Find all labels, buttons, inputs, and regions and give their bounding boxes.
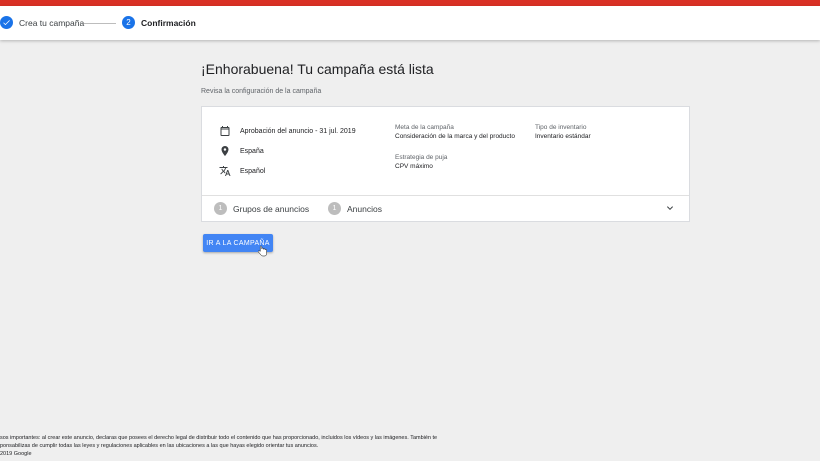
ad-groups-label: Grupos de anuncios — [233, 203, 310, 214]
calendar-icon — [220, 126, 230, 136]
legal-line-1: sos importantes: al crear este anuncio, … — [0, 435, 438, 441]
ads-summary[interactable]: 1 Anuncios — [328, 202, 382, 215]
check-icon — [0, 16, 13, 29]
legal-footer: sos importantes: al crear este anuncio, … — [0, 434, 520, 458]
chevron-down-icon[interactable] — [664, 202, 676, 214]
location-row: España — [219, 145, 264, 157]
step1-label: Crea tu campaña — [19, 17, 85, 28]
card-divider — [202, 195, 689, 196]
goal-value: Consideración de la marca y del producto — [395, 133, 515, 140]
ads-label: Anuncios — [347, 203, 382, 214]
translate-icon — [219, 166, 231, 176]
stepper-bar: Crea tu campaña 2 Confirmación — [0, 6, 820, 40]
step-confirmation[interactable]: 2 Confirmación — [122, 16, 196, 29]
language-row: Español — [219, 165, 265, 177]
ads-count-badge: 1 — [328, 202, 341, 215]
language-text: Español — [240, 167, 266, 175]
mouse-cursor-icon — [258, 245, 267, 257]
bid-strategy-label: Estrategia de puja — [395, 154, 448, 161]
step2-label: Confirmación — [141, 17, 196, 28]
step2-number: 2 — [122, 16, 135, 29]
location-pin-icon — [221, 146, 229, 156]
step-create-campaign[interactable]: Crea tu campaña — [0, 16, 84, 29]
inventory-label: Tipo de inventario — [535, 124, 587, 131]
step-connector — [84, 23, 116, 24]
location-text: España — [240, 147, 264, 155]
goal-label: Meta de la campaña — [395, 124, 454, 131]
page-title: ¡Enhorabuena! Tu campaña está lista — [201, 61, 434, 77]
page-subtitle: Revisa la configuración de la campaña — [201, 88, 322, 95]
copyright: 2019 Google — [0, 451, 32, 457]
dates-row: Aprobación del anuncio - 31 jul. 2019 — [219, 125, 356, 137]
legal-line-2: ponsabilizas de cumplir todas las leyes … — [0, 443, 319, 449]
bid-strategy-value: CPV máximo — [395, 163, 433, 170]
dates-text: Aprobación del anuncio - 31 jul. 2019 — [240, 127, 356, 135]
ad-groups-summary[interactable]: 1 Grupos de anuncios — [214, 202, 309, 215]
ad-groups-count-badge: 1 — [214, 202, 227, 215]
campaign-summary-card: Aprobación del anuncio - 31 jul. 2019 Es… — [201, 106, 690, 222]
inventory-value: Inventario estándar — [535, 133, 591, 140]
